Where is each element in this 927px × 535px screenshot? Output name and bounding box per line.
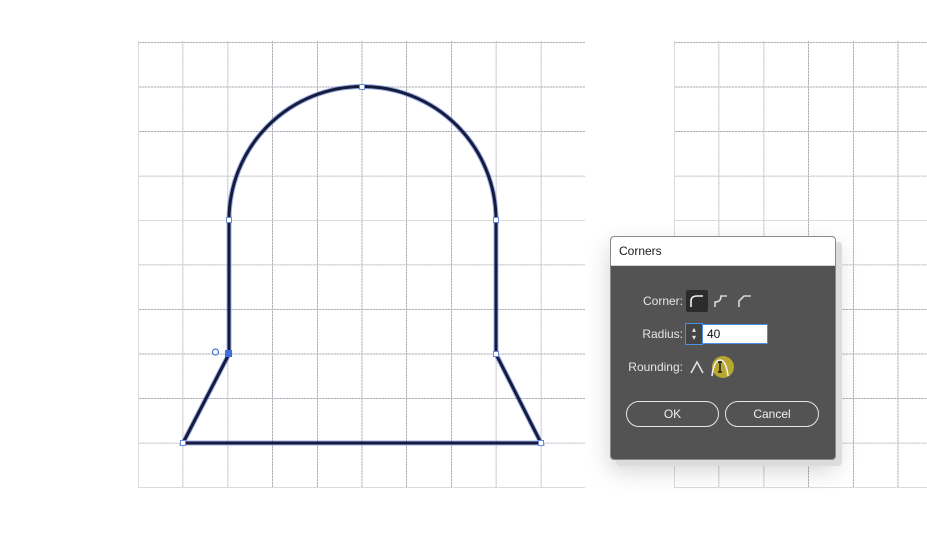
rounding-label: Rounding: [628,360,683,374]
inverted-round-corner-icon[interactable] [710,290,732,312]
anchor-points[interactable] [180,84,544,446]
radius-row: Radius: ▴ ▾ [611,323,768,345]
rounding-row: Rounding: [611,356,734,378]
anchor-point-selected[interactable] [225,350,232,357]
radius-field[interactable]: ▴ ▾ [685,323,768,345]
corners-dialog: Corners Corner: Radius: ▴ ▾ Rounding: [610,236,836,460]
dialog-title: Corners [611,237,835,266]
chevron-down-icon[interactable]: ▾ [692,334,696,342]
anchor-point[interactable] [493,351,499,357]
corner-row: Corner: [611,290,756,312]
chamfer-corner-icon[interactable] [734,290,756,312]
cancel-button[interactable]: Cancel [725,401,819,427]
absolute-rounding-icon[interactable] [686,356,708,378]
anchor-point[interactable] [359,84,365,90]
anchor-point[interactable] [538,440,544,446]
relative-rounding-icon[interactable] [710,356,734,378]
anchor-point[interactable] [493,217,499,223]
anchor-point[interactable] [226,217,232,223]
live-corner-widget[interactable] [211,348,220,356]
round-corner-icon[interactable] [686,290,708,312]
radius-label: Radius: [642,327,683,341]
anchor-point[interactable] [180,440,186,446]
ok-button[interactable]: OK [626,401,719,427]
bell-shape-path[interactable] [180,85,544,445]
radius-stepper[interactable]: ▴ ▾ [685,323,703,345]
cursor-highlight [712,356,734,378]
corner-label: Corner: [642,294,683,308]
bell-shape-path-glow [178,84,546,446]
radius-input[interactable] [703,324,768,344]
